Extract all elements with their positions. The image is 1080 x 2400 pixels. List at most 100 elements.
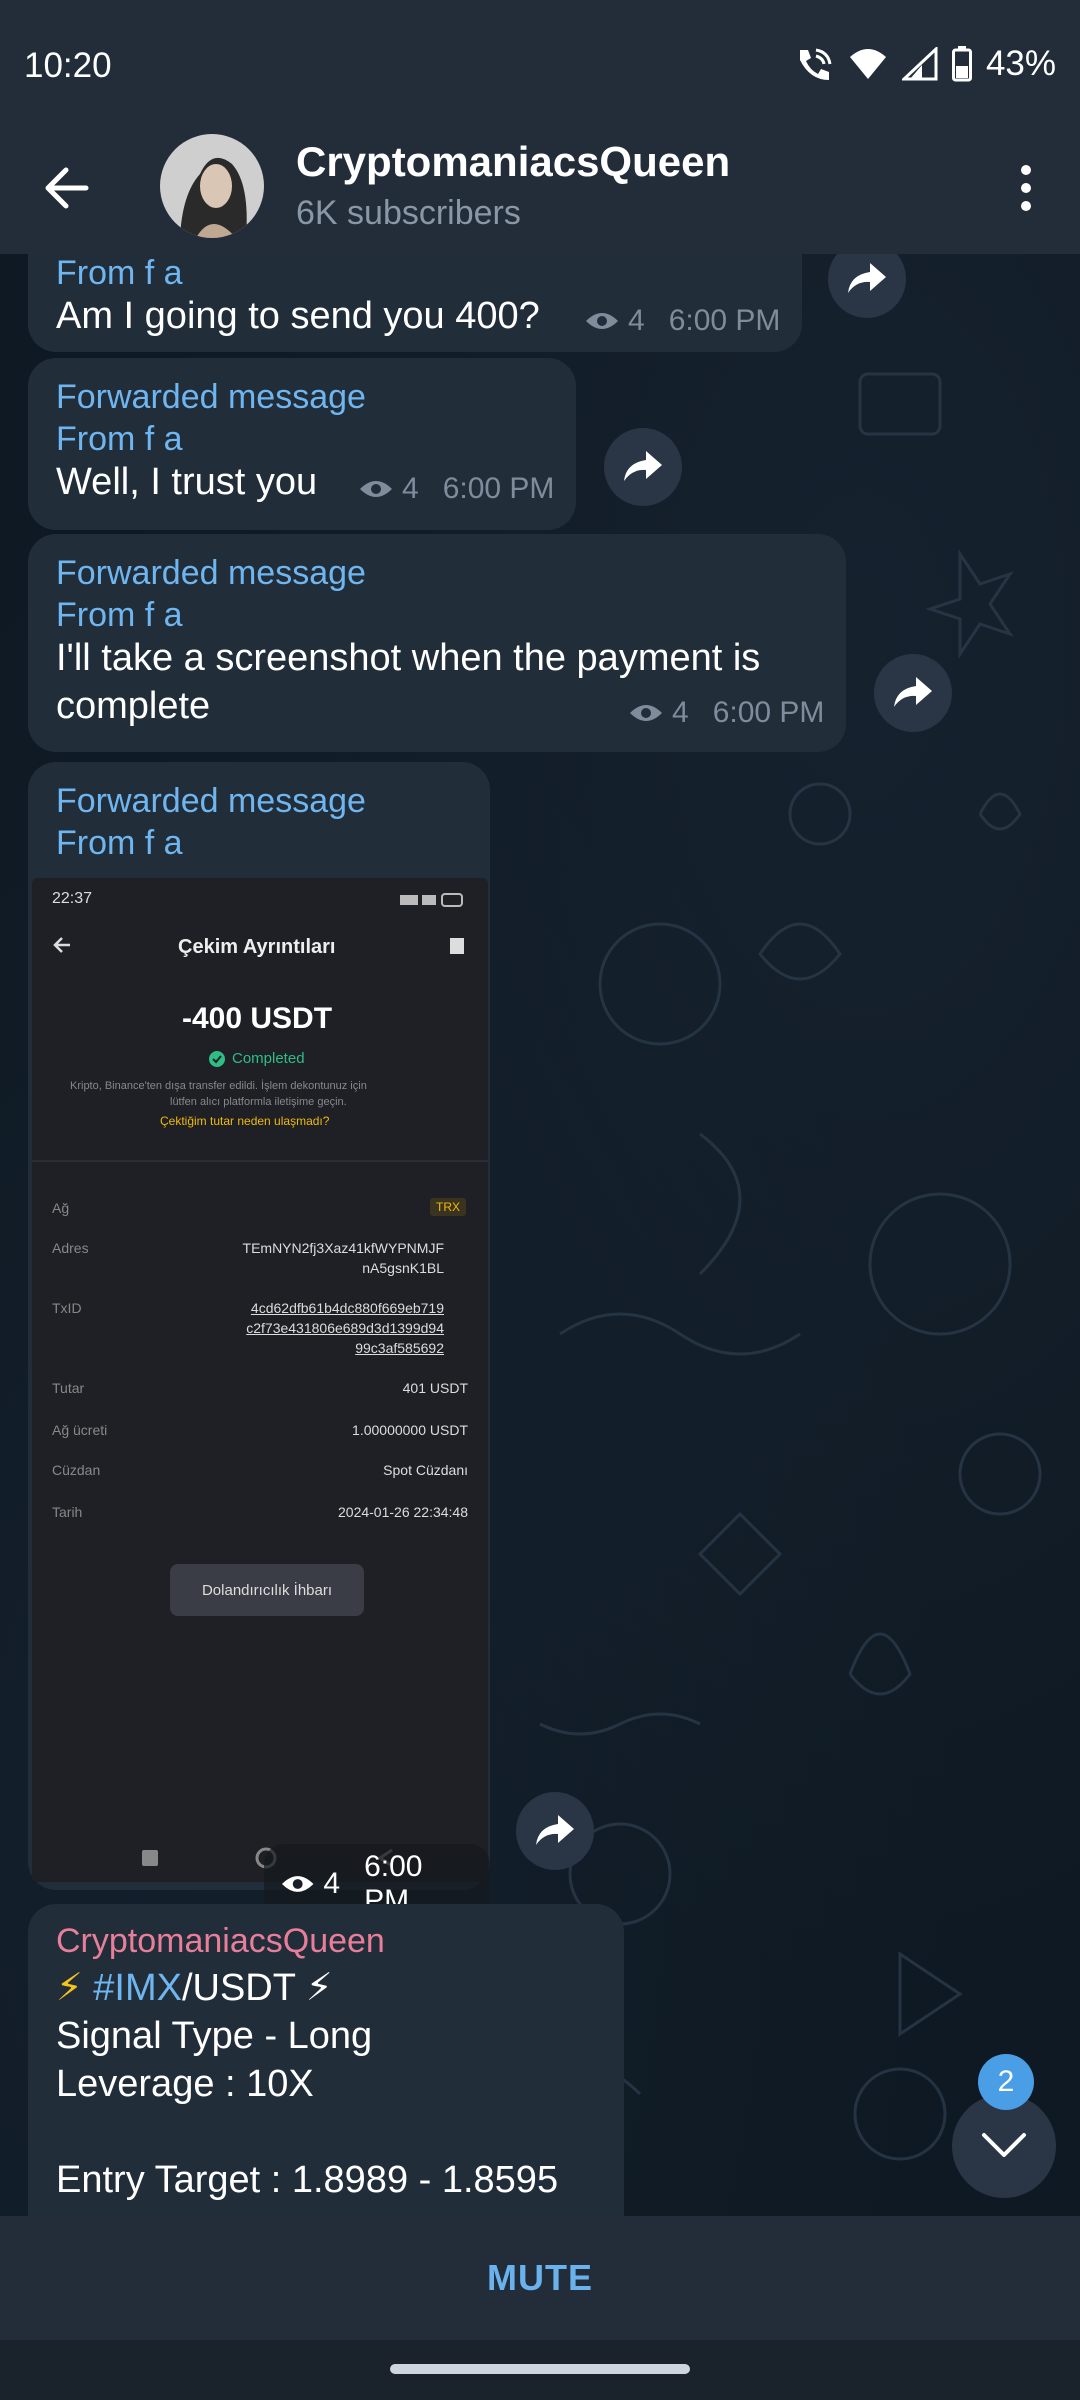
eye-icon [630,705,662,721]
wifi-call-icon [799,48,832,80]
message-time: 6:00 PM [442,472,555,505]
forwarded-label: Forwarded message [56,782,366,820]
post-line-entry: Entry Target : 1.8989 - 1.8595 [56,2159,559,2201]
shot-row-value: 1.00000000 USDT [352,1422,468,1438]
shot-row-label: TxID [52,1300,82,1316]
payment-screenshot[interactable]: 22:37 Çekim Ayrıntıları -400 USDT Comple… [32,878,488,1882]
shot-time: 22:37 [52,890,93,907]
message-bubble[interactable]: From f a Am I going to send you 400? 4 6… [28,254,802,352]
view-count: 4 [628,304,645,337]
shot-row-value: 4cd62dfb61b4dc880f669eb719 [250,1300,444,1316]
signal-post-bubble[interactable]: CryptomaniacsQueen ⚡ #IMX/USDT ⚡ Signal … [28,1904,624,2216]
post-line-signal-type: Signal Type - Long [56,2015,373,2057]
shot-row-label: Ağ [52,1200,70,1216]
share-button[interactable] [874,654,952,732]
message-time: 6:00 PM [668,304,781,337]
lightning-prefix: ⚡ [56,1967,94,2009]
more-options-button[interactable] [996,158,1056,218]
signal-icon [901,47,938,81]
view-count: 4 [323,1867,341,1900]
shot-status: Completed [232,1050,305,1067]
check-circle-icon [209,1051,225,1067]
eye-icon [586,313,618,329]
system-nav-bar [0,2340,1080,2400]
message-text-line1: I'll take a screenshot when the payment … [56,637,761,679]
message-meta: 4 6:00 PM [628,696,824,730]
shot-row-value: 2024-01-26 22:34:48 [338,1504,468,1520]
shot-row-value: 401 USDT [402,1380,468,1396]
forwarded-from[interactable]: From f a [56,822,183,864]
shot-divider [32,1160,488,1162]
arrow-left-icon [45,167,89,209]
forwarded-label: Forwarded message [56,554,366,592]
message-bubble[interactable]: Forwarded message From f a Well, I trust… [28,358,576,530]
shot-row-label: Cüzdan [52,1462,101,1478]
forwarded-label: Forwarded message [56,378,366,416]
shot-row-value-cont: 99c3af585692 [355,1340,444,1356]
share-arrow-icon [624,451,662,481]
eye-icon [360,481,392,497]
message-text: Well, I trust you [56,461,318,503]
post-line-ticker: ⚡ #IMX/USDT ⚡ [56,1964,333,2012]
chat-area[interactable]: From f a Am I going to send you 400? 4 6… [0,254,1080,2216]
shot-back-icon [53,937,70,953]
shot-note-line2: lütfen alıcı platformla iletişime geçin. [170,1096,347,1108]
chat-header: CryptomaniacsQueen 6K subscribers [0,130,1080,254]
shot-row-value: TRX [430,1198,466,1216]
shot-amount: -400 USDT [182,1002,333,1035]
shot-row-value: TEmNYN2fj3Xaz41kfWYPNMJF [242,1240,444,1256]
shot-row-label: Ağ ücreti [52,1422,108,1438]
message-bubble[interactable]: Forwarded message From f a I'll take a s… [28,534,846,752]
post-line-leverage: Leverage : 10X [56,2063,314,2105]
shot-row-value-cont: c2f73e431806e689d3d1399d94 [246,1320,444,1336]
mute-bar[interactable]: MUTE [0,2216,1080,2340]
forwarded-from[interactable]: From f a [56,594,183,636]
home-indicator[interactable] [390,2364,690,2374]
message-text: Am I going to send you 400? [56,295,540,337]
message-bubble-photo[interactable]: Forwarded message From f a 22:37 Çekim A… [28,762,490,1924]
shot-report-button: Dolandırıcılık İhbarı [170,1564,364,1616]
share-arrow-icon [894,677,932,707]
battery-level: 43% [985,44,1056,83]
shot-row-label: Tutar [52,1380,85,1396]
shot-row-label: Tarih [52,1504,83,1520]
channel-title[interactable]: CryptomaniacsQueen [296,138,730,186]
view-count: 4 [672,696,689,729]
eye-icon [281,1876,314,1892]
share-button[interactable] [516,1792,594,1870]
message-time: 6:00 PM [712,696,825,729]
shot-note-line1: Kripto, Binance'ten dışa transfer edildi… [70,1080,367,1092]
chevron-down-icon [982,2133,1026,2157]
shot-title: Çekim Ayrıntıları [178,936,336,958]
status-bar: 10:20 43% [0,0,1080,130]
pair-suffix: /USDT ⚡ [181,1967,333,2009]
battery-icon [951,46,972,82]
unread-badge: 2 [978,2054,1034,2110]
shot-row-label: Adres [52,1240,89,1256]
channel-avatar[interactable] [160,134,264,238]
message-meta: 4 6:00 PM [584,304,780,338]
hashtag-link[interactable]: #IMX [93,1967,182,2009]
message-text-line2: complete [56,685,211,727]
shot-help-link: Çektiğim tutar neden ulaşmadı? [160,1114,330,1128]
shot-row-value-cont: nA5gsnK1BL [362,1260,444,1276]
shot-status-icons [400,893,463,907]
share-arrow-icon [536,1815,574,1845]
forwarded-from[interactable]: From f a [56,418,183,460]
status-time: 10:20 [24,46,112,85]
view-count: 4 [402,472,419,505]
mute-button[interactable]: MUTE [487,2257,593,2299]
subscriber-count: 6K subscribers [296,194,521,232]
share-button[interactable] [604,428,682,506]
more-vertical-icon [1021,165,1031,211]
post-author[interactable]: CryptomaniacsQueen [56,1922,385,1961]
forwarded-from[interactable]: From f a [56,254,183,294]
share-arrow-icon [848,263,886,293]
shot-report-label: Dolandırıcılık İhbarı [201,1581,333,1599]
shot-row-value: Spot Cüzdanı [383,1462,468,1478]
message-meta: 4 6:00 PM [358,472,554,506]
back-button[interactable] [38,158,98,218]
shot-receipt-icon [450,938,464,954]
status-icons: 43% [794,44,1056,84]
wifi-icon [849,49,886,79]
